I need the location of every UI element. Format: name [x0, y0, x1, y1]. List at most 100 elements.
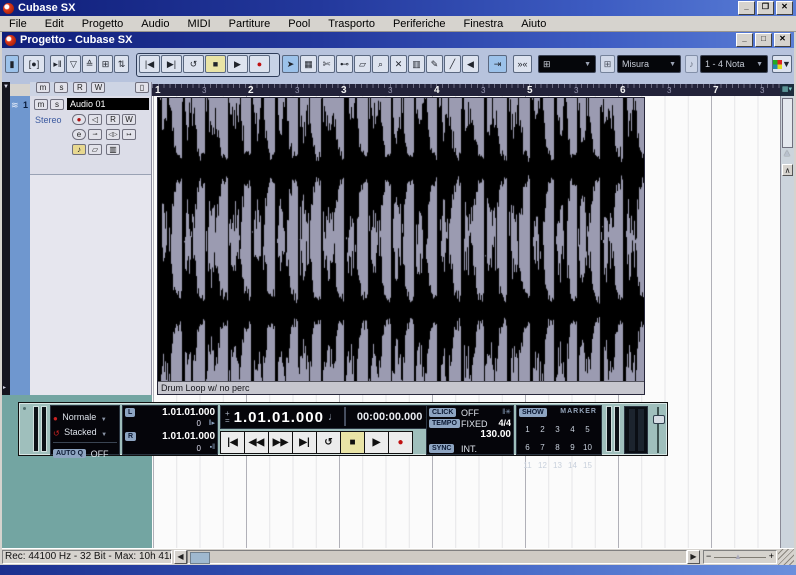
inserts-state-icon[interactable]: ⊸ — [88, 129, 102, 140]
marker-slot[interactable]: 1 — [520, 424, 535, 435]
right-locator-button[interactable]: R — [125, 432, 136, 441]
track-mute-button[interactable]: m — [34, 99, 48, 110]
hscroll-left-button[interactable]: ◀ — [174, 550, 187, 564]
menu-item-finestra[interactable]: Finestra — [455, 17, 513, 31]
goto-start-button[interactable]: |◀ — [139, 55, 160, 73]
grid-type-icon[interactable]: ⊞ — [600, 55, 615, 73]
global-solo-button[interactable]: s — [54, 82, 68, 93]
track-number-column[interactable]: ≋ 1 — [10, 96, 31, 395]
sends-state-icon[interactable]: ↦ — [122, 129, 136, 140]
transport-grip[interactable] — [21, 405, 29, 453]
menu-item-pool[interactable]: Pool — [279, 17, 319, 31]
cycle-button[interactable]: ↺ — [183, 55, 204, 73]
audio-event[interactable]: Drum Loop w/ no perc — [157, 97, 645, 395]
master-fader[interactable] — [652, 407, 664, 453]
length-quantize-icon[interactable]: ♪ — [685, 55, 698, 73]
selection-tool-button[interactable]: ➤ — [282, 55, 299, 73]
time-signature[interactable]: 4/4 — [498, 418, 511, 428]
fader-knob[interactable] — [653, 415, 665, 424]
auto-quantize-button[interactable]: AUTO Q — [53, 449, 86, 458]
autoscroll-button[interactable]: ⇥ — [488, 55, 507, 73]
track-write-button[interactable]: W — [122, 114, 136, 125]
menu-item-periferiche[interactable]: Periferiche — [384, 17, 455, 31]
open-mixer-icon[interactable]: ⇅ — [114, 55, 129, 73]
transport-cycle-button[interactable]: ↺ — [316, 431, 341, 454]
timeline-ruler[interactable]: 13233343536373 — [152, 84, 780, 96]
transport-panel[interactable]: ● Normale ▼ ↺ Stacked ▼ AUTO Q OFF L 1.0… — [18, 402, 668, 456]
inspector-bottom-icon[interactable]: ▸ — [3, 384, 6, 391]
glue-tool-button[interactable]: ⊷ — [336, 55, 353, 73]
lock-button[interactable]: ▱ — [88, 144, 102, 155]
active-project-indicator[interactable]: ▮ — [5, 55, 19, 73]
left-locator-time[interactable]: 1.01.01.000 — [162, 407, 215, 418]
marker-slot[interactable]: 6 — [520, 442, 535, 453]
marker-slot[interactable]: 4 — [565, 424, 580, 435]
menu-item-midi[interactable]: MIDI — [178, 17, 219, 31]
marker-slot[interactable]: 3 — [550, 424, 565, 435]
project-maximize-button[interactable]: □ — [755, 33, 772, 47]
inspector-collapse-icon[interactable]: ▼ — [3, 84, 9, 90]
zoom-in-icon[interactable]: + — [769, 551, 774, 561]
menu-item-edit[interactable]: Edit — [36, 17, 73, 31]
color-tool-dropdown[interactable]: ▼ — [772, 55, 792, 73]
horizontal-scrollbar[interactable] — [187, 550, 687, 564]
app-restore-button[interactable]: ❐ — [757, 1, 774, 15]
app-close-button[interactable]: ✕ — [776, 1, 793, 15]
marker-slot[interactable]: 9 — [565, 442, 580, 453]
global-mute-button[interactable]: m — [36, 82, 50, 93]
tempo-value[interactable]: 130.00 — [480, 429, 511, 440]
punch-out-icon[interactable]: ▪‖ — [210, 444, 215, 451]
inspector-strip[interactable]: ▼ ▸ — [2, 82, 10, 395]
marker-slot[interactable]: 7 — [535, 442, 550, 453]
timewarp-tool-button[interactable]: ▥ — [408, 55, 425, 73]
show-inspector-icon[interactable]: ▸‖ — [50, 55, 65, 73]
click-icons[interactable]: ‖✳ — [502, 408, 511, 416]
stop-button[interactable]: ■ — [205, 55, 226, 73]
right-locator-time[interactable]: 1.01.01.000 — [162, 431, 215, 442]
play-button[interactable]: ▶ — [227, 55, 248, 73]
split-tool-button[interactable]: ✄ — [318, 55, 335, 73]
show-info-line-icon[interactable]: ▽ — [66, 55, 81, 73]
track-solo-button[interactable]: s — [50, 99, 64, 110]
app-titlebar[interactable]: Cubase SX _ ❐ ✕ — [0, 0, 796, 16]
open-pool-icon[interactable]: ⊞ — [98, 55, 113, 73]
track-row[interactable]: m s Audio 01 Stereo ● ◁ R W e ⊸ ◁▷ ↦ ♪ ▱… — [30, 96, 151, 175]
zoom-tool-button[interactable]: ⌕ — [372, 55, 389, 73]
transport-stop-button[interactable]: ■ — [340, 431, 365, 454]
window-resize-grip[interactable] — [778, 549, 794, 565]
goto-end-button[interactable]: ▶| — [161, 55, 182, 73]
horizontal-zoom-slider[interactable]: − + ▲ — [703, 550, 777, 564]
draw-tool-button[interactable]: ✎ — [426, 55, 443, 73]
zoom-slider-handle[interactable]: ▲ — [734, 552, 742, 561]
marker-slot[interactable]: 12 — [535, 460, 550, 471]
eq-state-icon[interactable]: ◁▷ — [106, 129, 120, 140]
project-window-titlebar[interactable]: Progetto - Cubase SX _ □ ✕ — [2, 32, 794, 48]
note-length-dropdown[interactable]: 1 - 4 Nota▼ — [700, 55, 768, 73]
click-button[interactable]: CLICK — [429, 408, 456, 417]
transport-play-button[interactable]: ▶ — [364, 431, 389, 454]
global-read-button[interactable]: R — [73, 82, 87, 93]
transport-goto-start-button[interactable]: |◀ — [220, 431, 245, 454]
marker-slot[interactable]: 13 — [550, 460, 565, 471]
marker-slot[interactable]: 10 — [580, 442, 595, 453]
cycle-record-mode-dropdown[interactable]: ↺ Stacked ▼ — [53, 423, 107, 441]
nudge-buttons-icon[interactable]: += — [225, 410, 230, 424]
snap-button[interactable]: »« — [513, 55, 532, 73]
menu-item-audio[interactable]: Audio — [132, 17, 178, 31]
sync-button[interactable]: SYNC — [429, 444, 454, 453]
marker-slot[interactable]: 15 — [580, 460, 595, 471]
show-markers-button[interactable]: SHOW — [519, 408, 547, 417]
show-event-infoline-icon[interactable]: ≙ — [82, 55, 97, 73]
vertical-zoom-button[interactable]: ∧ — [782, 164, 793, 176]
transport-rewind-button[interactable]: ◀◀ — [244, 431, 269, 454]
transport-goto-end-button[interactable]: ▶| — [292, 431, 317, 454]
range-tool-button[interactable]: ▦ — [300, 55, 317, 73]
marker-slot[interactable]: 2 — [535, 424, 550, 435]
track-read-button[interactable]: R — [106, 114, 120, 125]
show-overview-button[interactable]: [●] — [23, 55, 45, 73]
project-close-button[interactable]: ✕ — [774, 33, 791, 47]
monitor-button[interactable]: ◁ — [88, 114, 102, 125]
hscroll-right-button[interactable]: ▶ — [687, 550, 700, 564]
menu-item-aiuto[interactable]: Aiuto — [512, 17, 555, 31]
app-minimize-button[interactable]: _ — [738, 1, 755, 15]
